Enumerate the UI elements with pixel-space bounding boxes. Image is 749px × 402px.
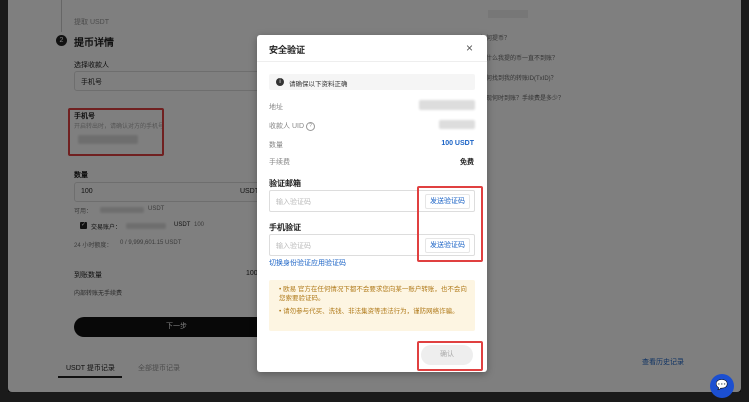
amount-label: 数量 [269, 142, 283, 149]
uid-label-text: 收款人 UID [269, 123, 304, 130]
uid-value-blurred [439, 120, 475, 129]
notice-bar: i 请确保以下资料正确 [269, 74, 475, 90]
confirm-highlight-box [417, 341, 483, 371]
amount-value-text: 100 USDT [441, 140, 474, 147]
fee-value: 免费 [460, 159, 474, 166]
warning-text-1: 欧易 官方在任何情况下都不会要求您向某一账户转账，也不会向您索要验证码。 [279, 286, 467, 302]
phone-section-title: 手机验证 [269, 223, 301, 232]
email-code-placeholder: 输入验证码 [276, 199, 311, 206]
switch-authenticator-link[interactable]: 切换身份验证应用验证码 [269, 258, 346, 268]
info-icon: i [276, 78, 284, 86]
email-section-title: 验证邮箱 [269, 179, 301, 188]
fee-label: 手续费 [269, 159, 290, 166]
send-code-highlight-box [417, 186, 483, 262]
security-verification-modal: 安全验证 × i 请确保以下资料正确 地址 收款人 UID ? 数量 100 U… [257, 35, 487, 372]
chat-icon[interactable]: 💬 [710, 374, 734, 398]
warning-line-1: • 欧易 官方在任何情况下都不会要求您向某一账户转账，也不会向您索要验证码。 [279, 286, 467, 302]
modal-title: 安全验证 [269, 45, 306, 55]
warning-text-2: 请勿参与代买、洗钱、非法集资等违法行为，谨防网络诈骗。 [283, 308, 459, 315]
amount-value: 100 USDT [441, 140, 474, 147]
phone-code-placeholder: 输入验证码 [276, 243, 311, 250]
warning-box: • 欧易 官方在任何情况下都不会要求您向某一账户转账，也不会向您索要验证码。 •… [269, 280, 475, 331]
notice-text: 请确保以下资料正确 [289, 81, 348, 88]
close-icon[interactable]: × [466, 41, 473, 55]
warning-line-2: • 请勿参与代买、洗钱、非法集资等违法行为，谨防网络诈骗。 [279, 308, 459, 315]
address-label: 地址 [269, 104, 283, 111]
modal-divider [257, 61, 487, 62]
address-value-blurred [419, 100, 475, 110]
uid-label: 收款人 UID ? [269, 121, 315, 131]
question-icon[interactable]: ? [305, 121, 315, 131]
